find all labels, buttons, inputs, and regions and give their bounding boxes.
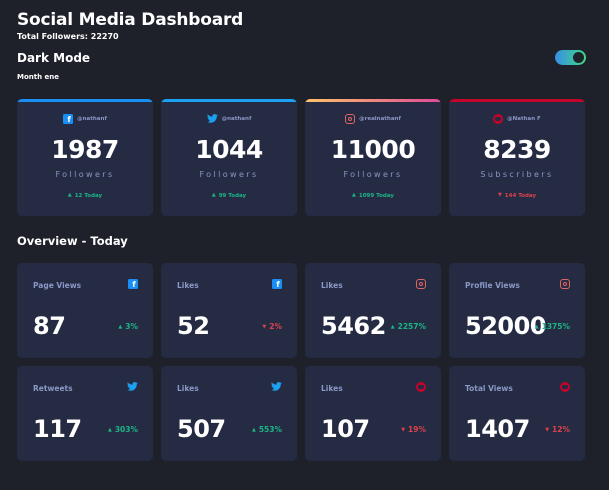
overview-percent: ▲ 553%	[251, 425, 282, 434]
arrow-up-icon: ▲	[390, 324, 395, 330]
overview-label: Likes	[177, 384, 199, 393]
follower-unit: Subscribers	[480, 170, 554, 179]
youtube-icon	[416, 382, 426, 392]
follower-card-youtube[interactable]: @Nathan F 8239 Subscribers ▼ 144 Today	[449, 99, 585, 216]
card-handle: @nathanf	[77, 116, 107, 122]
facebook-icon: f	[63, 114, 74, 124]
overview-percent: ▲ 1375%	[534, 322, 570, 331]
facebook-icon: f	[272, 279, 282, 289]
follower-unit: Followers	[343, 170, 403, 179]
overview-percent: ▼ 2%	[262, 322, 282, 331]
card-top-bar	[449, 99, 585, 102]
overview-value: 1407	[465, 415, 530, 443]
arrow-up-icon: ▲	[67, 192, 72, 198]
arrow-down-icon: ▼	[401, 427, 406, 433]
arrow-up-icon: ▲	[211, 192, 216, 198]
overview-card-likes-youtube[interactable]: Likes 107 ▼ 19%	[305, 366, 441, 461]
overview-value: 117	[33, 415, 82, 443]
follower-unit: Followers	[199, 170, 259, 179]
arrow-up-icon: ▲	[118, 324, 123, 330]
follower-card-instagram[interactable]: @realnathanf 11000 Followers ▲ 1099 Today	[305, 99, 441, 216]
follower-count: 1044	[195, 135, 263, 164]
instagram-icon	[560, 279, 570, 289]
today-change: ▼ 144 Today	[497, 192, 537, 199]
overview-value: 5462	[321, 312, 386, 340]
today-change: ▲ 99 Today	[211, 192, 247, 199]
overview-label: Total Views	[465, 384, 513, 393]
dark-mode-toggle[interactable]	[555, 50, 586, 65]
overview-label: Page Views	[33, 281, 82, 290]
month-label: Month ene	[17, 73, 60, 81]
dashboard-page: Social Media Dashboard Total Followers: …	[0, 0, 609, 490]
overview-percent: ▲ 303%	[107, 425, 138, 434]
twitter-icon	[271, 382, 282, 391]
page-title: Social Media Dashboard	[17, 10, 244, 30]
follower-count: 11000	[330, 135, 416, 164]
arrow-down-icon: ▼	[497, 192, 502, 198]
arrow-up-icon: ▲	[352, 192, 356, 198]
overview-value: 87	[33, 312, 66, 340]
follower-card-facebook[interactable]: f @nathanf 1987 Followers ▲ 12 Today	[17, 99, 153, 216]
overview-label: Retweets	[33, 384, 73, 393]
arrow-up-icon: ▲	[107, 427, 112, 433]
follower-count: 1987	[51, 135, 119, 164]
twitter-icon	[127, 382, 138, 391]
toggle-knob	[573, 52, 584, 63]
overview-card-likes-twitter[interactable]: Likes 507 ▲ 553%	[161, 366, 297, 461]
card-top-bar	[305, 99, 441, 102]
overview-value: 52	[177, 312, 210, 340]
overview-label: Likes	[321, 384, 343, 393]
facebook-icon: f	[128, 279, 138, 289]
follower-count: 8239	[483, 135, 551, 164]
youtube-icon	[560, 382, 570, 392]
youtube-icon	[493, 114, 504, 124]
twitter-icon	[206, 114, 218, 123]
overview-percent: ▲ 2257%	[390, 322, 426, 331]
overview-label: Profile Views	[465, 281, 520, 290]
overview-label: Likes	[177, 281, 199, 290]
overview-card-profile-views[interactable]: Profile Views 52000 ▲ 1375%	[449, 263, 585, 358]
overview-percent: ▼ 19%	[401, 425, 426, 434]
arrow-up-icon: ▲	[251, 427, 256, 433]
overview-value: 507	[177, 415, 226, 443]
follower-card-twitter[interactable]: @nathanf 1044 Followers ▲ 99 Today	[161, 99, 297, 216]
arrow-down-icon: ▼	[545, 427, 550, 433]
overview-card-page-views[interactable]: Page Views f 87 ▲ 3%	[17, 263, 153, 358]
overview-card-retweets[interactable]: Retweets 117 ▲ 303%	[17, 366, 153, 461]
instagram-icon	[345, 114, 356, 124]
card-handle: @realnathanf	[359, 116, 401, 122]
dark-mode-label: Dark Mode	[17, 51, 91, 65]
total-followers: Total Followers: 22270	[17, 32, 119, 41]
overview-percent: ▲ 3%	[118, 322, 138, 331]
card-handle: @Nathan F	[507, 116, 541, 122]
overview-label: Likes	[321, 281, 343, 290]
arrow-down-icon: ▼	[262, 324, 267, 330]
follower-unit: Followers	[55, 170, 115, 179]
instagram-icon	[416, 279, 426, 289]
overview-title: Overview - Today	[17, 234, 128, 248]
overview-card-likes-instagram[interactable]: Likes 5462 ▲ 2257%	[305, 263, 441, 358]
overview-value: 107	[321, 415, 370, 443]
overview-card-total-views[interactable]: Total Views 1407 ▼ 12%	[449, 366, 585, 461]
card-top-bar	[17, 99, 153, 102]
arrow-up-icon: ▲	[534, 324, 539, 330]
overview-percent: ▼ 12%	[545, 425, 570, 434]
today-change: ▲ 1099 Today	[352, 192, 394, 199]
today-change: ▲ 12 Today	[67, 192, 103, 199]
card-handle: @nathanf	[221, 115, 252, 122]
card-top-bar	[161, 99, 297, 102]
overview-card-likes-facebook[interactable]: Likes f 52 ▼ 2%	[161, 263, 297, 358]
